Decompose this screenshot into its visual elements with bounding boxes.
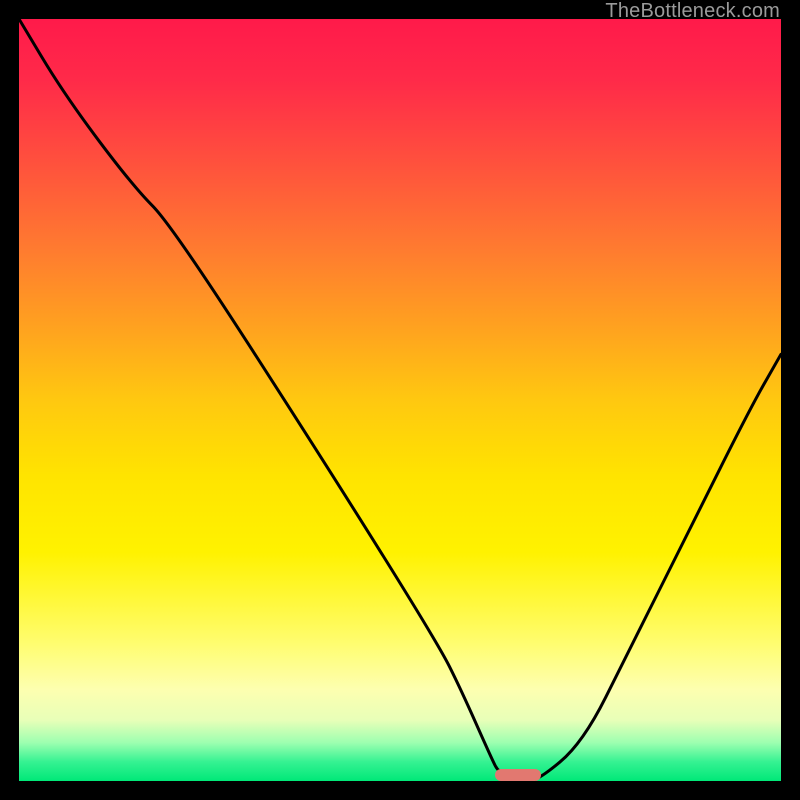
bottleneck-curve [19,19,781,781]
watermark-text: TheBottleneck.com [605,0,780,23]
chart-container: TheBottleneck.com [0,0,800,800]
optimal-marker [495,769,541,781]
plot-area [19,19,781,781]
